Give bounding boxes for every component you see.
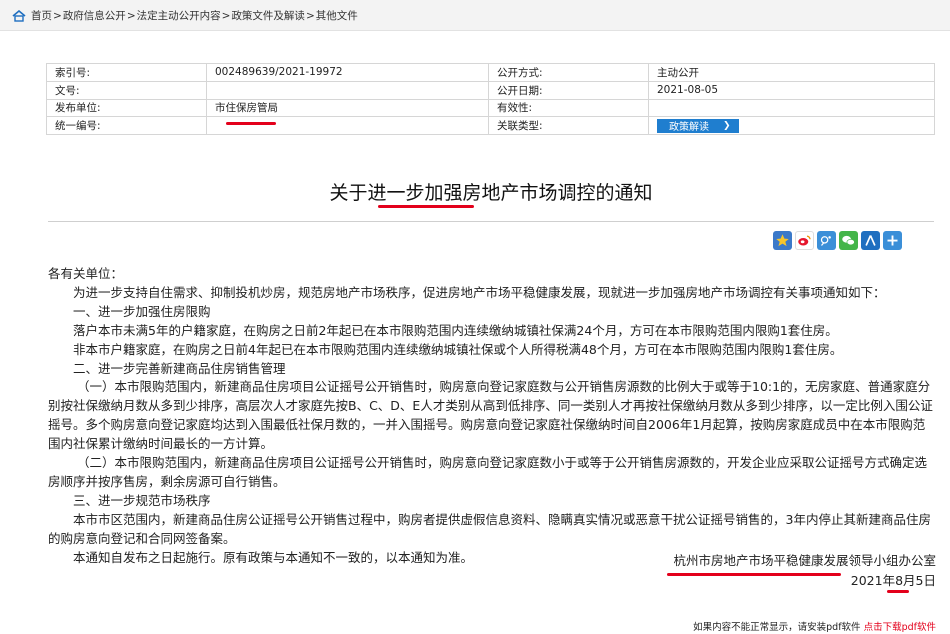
breadcrumb-item-statutory[interactable]: 法定主动公开内容 — [137, 8, 221, 23]
meta-label: 发布单位: — [46, 98, 207, 118]
meta-label: 公开方式: — [488, 63, 649, 82]
meta-value — [206, 116, 489, 136]
table-row: 文号: 公开日期: 2021-08-05 — [46, 80, 935, 100]
meta-value: 002489639/2021-19972 — [206, 63, 489, 82]
policy-interpretation-button[interactable]: 政策解读 ❯ — [657, 118, 739, 134]
tencent-weibo-icon[interactable] — [817, 231, 836, 250]
salutation: 各有关单位： — [48, 266, 124, 281]
table-row: 索引号: 002489639/2021-19972 公开方式: 主动公开 — [46, 63, 935, 82]
meta-value: 2021-08-05 — [648, 80, 935, 100]
table-row: 统一编号: 关联类型: 政策解读 ❯ — [46, 116, 935, 136]
body-paragraph: （二）本市限购范围内，新建商品住房项目公证摇号公开销售时，购房意向登记家庭数小于… — [48, 455, 928, 489]
home-icon[interactable] — [12, 9, 26, 22]
pdf-download-link[interactable]: 点击下载pdf软件 — [864, 622, 936, 633]
weibo-icon[interactable] — [795, 231, 814, 250]
breadcrumb-bar: 首页 > 政府信息公开 > 法定主动公开内容 > 政策文件及解读 > 其他文件 — [0, 0, 950, 31]
body-paragraph: （一）本市限购范围内，新建商品住房项目公证摇号公开销售时，购房意向登记家庭数与公… — [48, 379, 933, 452]
meta-label: 索引号: — [46, 63, 207, 82]
policy-interpretation-label: 政策解读 — [669, 122, 709, 134]
red-annotation-mark — [667, 573, 841, 576]
meta-value-related: 政策解读 ❯ — [648, 116, 935, 136]
title-divider — [48, 221, 934, 222]
document-body: 各有关单位： 为进一步支持自住需求、抑制投机炒房，规范房地产市场秩序，促进房地产… — [48, 265, 936, 568]
breadcrumb: 首页 > 政府信息公开 > 法定主动公开内容 > 政策文件及解读 > 其他文件 — [12, 8, 358, 23]
more-share-icon[interactable] — [883, 231, 902, 250]
body-paragraph: 为进一步支持自住需求、抑制投机炒房，规范房地产市场秩序，促进房地产市场平稳健康发… — [73, 284, 886, 300]
breadcrumb-item-gov-info[interactable]: 政府信息公开 — [63, 8, 126, 23]
signature-date: 2021年8月5日 — [850, 573, 936, 588]
table-row: 发布单位: 市住保房管局 有效性: — [46, 98, 935, 118]
meta-value — [648, 98, 935, 118]
wechat-icon[interactable] — [839, 231, 858, 250]
body-paragraph: 落户本市未满5年的户籍家庭，在购房之日前2年起已在本市限购范围内连续缴纳城镇社保… — [73, 322, 838, 338]
section-heading: 一、进一步加强住房限购 — [73, 303, 211, 319]
breadcrumb-item-policy[interactable]: 政策文件及解读 — [231, 8, 305, 23]
breadcrumb-item-home[interactable]: 首页 — [31, 8, 52, 23]
breadcrumb-item-other[interactable]: 其他文件 — [316, 8, 358, 23]
chevron-right-icon: ❯ — [723, 120, 731, 131]
meta-label: 公开日期: — [488, 80, 649, 100]
signature-organization: 杭州市房地产市场平稳健康发展领导小组办公室 — [673, 553, 936, 568]
red-annotation-mark — [226, 122, 276, 125]
red-annotation-mark — [887, 590, 909, 593]
meta-value — [206, 80, 489, 100]
document-metadata-table: 索引号: 002489639/2021-19972 公开方式: 主动公开 文号:… — [46, 63, 935, 136]
pdf-notice: 如果内容不能正常显示，请安装pdf软件 点击下载pdf软件 — [693, 619, 936, 633]
meta-label: 关联类型: — [488, 116, 649, 136]
body-paragraph: 非本市户籍家庭，在购房之日前4年起已在本市限购范围内连续缴纳城镇社保或个人所得税… — [73, 341, 843, 357]
document-title: 关于进一步加强房地产市场调控的通知 — [329, 182, 653, 204]
meta-value: 主动公开 — [648, 63, 935, 82]
renren-icon[interactable] — [861, 231, 880, 250]
red-annotation-mark — [378, 205, 474, 208]
section-heading: 二、进一步完善新建商品住房销售管理 — [73, 360, 286, 376]
qzone-star-icon[interactable] — [773, 231, 792, 250]
share-toolbar — [773, 231, 902, 250]
body-paragraph: 本市市区范围内，新建商品住房公证摇号公开销售过程中，购房者提供虚假信息资料、隐瞒… — [48, 511, 931, 546]
meta-value: 市住保房管局 — [206, 98, 489, 118]
meta-label: 文号: — [46, 80, 207, 100]
meta-label: 有效性: — [488, 98, 649, 118]
section-heading: 三、进一步规范市场秩序 — [73, 492, 211, 508]
meta-label: 统一编号: — [46, 116, 207, 136]
pdf-notice-text: 如果内容不能正常显示，请安装pdf软件 — [693, 622, 861, 633]
